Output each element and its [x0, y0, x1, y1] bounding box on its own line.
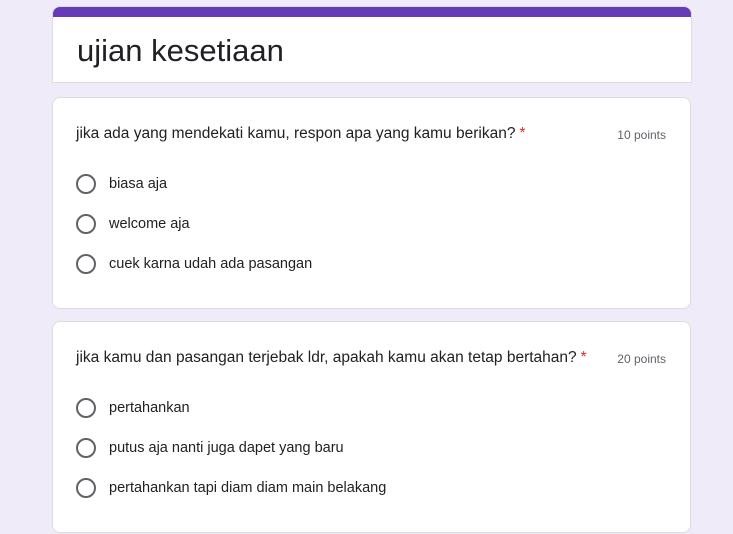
- option-cuek-karna-udah-ada-pasangan[interactable]: cuek karna udah ada pasangan: [76, 252, 312, 276]
- option-welcome-aja[interactable]: welcome aja: [76, 212, 190, 236]
- form-page: ujian kesetiaan jika ada yang mendekati …: [52, 6, 692, 533]
- question-text: jika ada yang mendekati kamu, respon apa…: [76, 125, 516, 142]
- option-label: cuek karna udah ada pasangan: [109, 256, 313, 272]
- option-putus-aja[interactable]: putus aja nanti juga dapet yang baru: [76, 436, 344, 460]
- radio-unchecked-icon[interactable]: [76, 214, 96, 234]
- radio-unchecked-icon[interactable]: [76, 174, 96, 194]
- option-label: putus aja nanti juga dapet yang baru: [109, 440, 344, 456]
- radio-unchecked-icon[interactable]: [76, 398, 96, 418]
- option-pertahankan-tapi-diam-diam[interactable]: pertahankan tapi diam diam main belakang: [76, 476, 386, 500]
- question-title: jika kamu dan pasangan terjebak ldr, apa…: [76, 348, 587, 368]
- option-label: pertahankan tapi diam diam main belakang: [109, 480, 387, 496]
- question-card-1: jika ada yang mendekati kamu, respon apa…: [52, 97, 691, 309]
- form-title: ujian kesetiaan: [77, 33, 284, 68]
- question-title: jika ada yang mendekati kamu, respon apa…: [76, 124, 525, 144]
- question-text: jika kamu dan pasangan terjebak ldr, apa…: [76, 349, 577, 366]
- option-label: welcome aja: [109, 216, 190, 232]
- radio-unchecked-icon[interactable]: [76, 438, 96, 458]
- question-points: 10 points: [617, 128, 666, 142]
- header-accent-bar: [53, 7, 691, 17]
- radio-unchecked-icon[interactable]: [76, 254, 96, 274]
- required-asterisk: *: [580, 349, 587, 366]
- option-biasa-aja[interactable]: biasa aja: [76, 172, 167, 196]
- radio-unchecked-icon[interactable]: [76, 478, 96, 498]
- option-label: biasa aja: [109, 176, 168, 192]
- form-header-card: ujian kesetiaan: [52, 6, 692, 83]
- option-pertahankan[interactable]: pertahankan: [76, 396, 190, 420]
- option-label: pertahankan: [109, 400, 190, 416]
- required-asterisk: *: [519, 125, 526, 142]
- question-card-2: jika kamu dan pasangan terjebak ldr, apa…: [52, 321, 691, 533]
- question-points: 20 points: [617, 352, 666, 366]
